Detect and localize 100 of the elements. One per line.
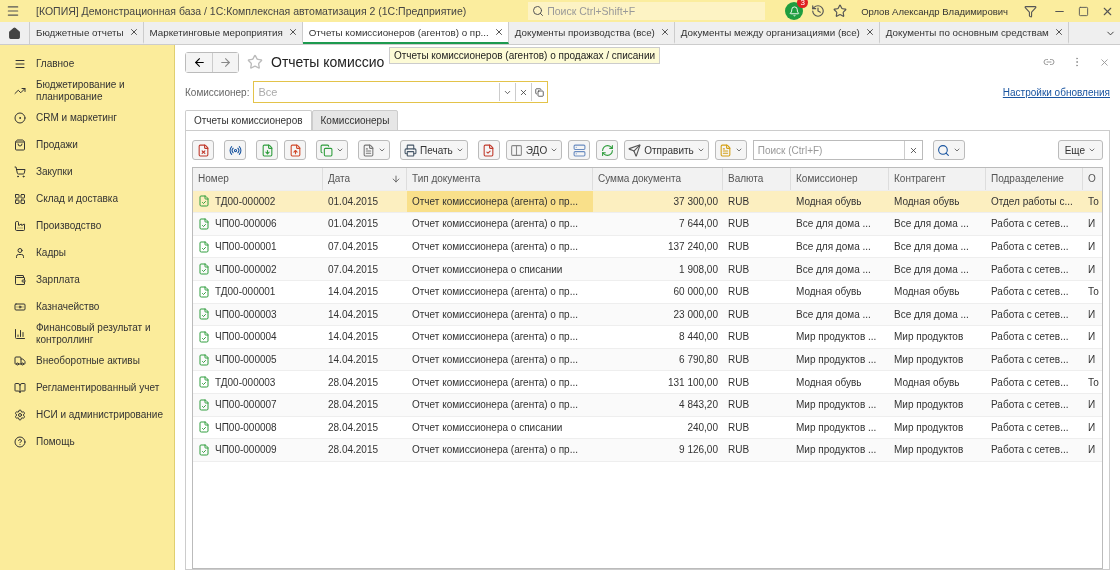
column-header[interactable]: О <box>1083 168 1102 190</box>
close-icon[interactable] <box>659 27 670 37</box>
reports-button[interactable] <box>358 140 390 160</box>
form-tab[interactable]: Отчеты комиссионеров <box>185 110 312 131</box>
refresh-button[interactable] <box>596 140 619 160</box>
sidebar-item[interactable]: CRM и маркетинг <box>0 104 174 131</box>
unpost-button[interactable] <box>284 140 306 160</box>
help-icon <box>14 435 26 448</box>
column-header[interactable]: Дата <box>323 168 407 190</box>
table-cell-text: Все для дома ... <box>893 262 970 277</box>
edo-button[interactable]: ЭДО <box>505 140 563 160</box>
document-check-icon <box>198 376 210 389</box>
sidebar-item[interactable]: Производство <box>0 212 174 239</box>
table-cell-text: И <box>1087 307 1097 322</box>
table-cell-text: Все для дома ... <box>893 217 970 232</box>
table-row[interactable]: ЧП00-000005 14.04.2015 Отчет комиссионера (агента) о пр... 6 790,80 RUB Мир продуктов ... Мир продуктов Работа с сетев... И <box>193 348 1102 372</box>
sidebar-item[interactable]: Внеоборотные активы <box>0 347 174 374</box>
maximize-icon[interactable] <box>1078 5 1089 17</box>
close-icon[interactable] <box>493 27 504 37</box>
table-cell-text: 14.04.2015 <box>327 330 380 345</box>
table-cell-text: RUB <box>727 194 751 209</box>
sidebar-item[interactable]: Помощь <box>0 428 174 455</box>
sidebar-item[interactable]: Продажи <box>0 131 174 158</box>
column-header[interactable]: Тип документа <box>407 168 593 190</box>
update-settings-link[interactable]: Настройки обновления <box>1002 86 1110 98</box>
sidebar-item[interactable]: Кадры <box>0 239 174 266</box>
table-row[interactable]: ЧП00-000009 28.04.2015 Отчет комиссионера (агента) о пр... 9 126,00 RUB Мир продуктов ... Мир продуктов Работа с сетев... И <box>193 439 1102 462</box>
history-icon[interactable] <box>811 4 826 18</box>
document-icon <box>718 143 732 157</box>
column-header[interactable]: Подразделение <box>986 168 1083 190</box>
sidebar-item[interactable]: Главное <box>0 50 174 77</box>
notification-count: 3 <box>797 0 809 8</box>
tab[interactable]: Отчеты комиссионеров (агентов) о пр... <box>302 22 509 44</box>
arrow-left-icon <box>192 55 206 69</box>
print-button[interactable]: Печать <box>400 140 468 160</box>
sidebar-item[interactable]: Закупки <box>0 158 174 185</box>
star-icon[interactable] <box>247 54 263 70</box>
close-icon[interactable] <box>1053 27 1064 37</box>
commissioner-field-box[interactable]: Все <box>253 81 549 103</box>
sidebar-item[interactable]: Склад и доставка <box>0 185 174 212</box>
table-cell-text: 01.04.2015 <box>327 194 380 209</box>
sidebar-item[interactable]: Бюджетирование и планирование <box>0 77 174 104</box>
menu-icon[interactable] <box>6 4 20 18</box>
column-header[interactable]: Валюта <box>723 168 791 190</box>
close-icon[interactable] <box>128 27 139 37</box>
table-row[interactable]: ЧП00-000007 28.04.2015 Отчет комиссионера (агента) о пр... 4 843,20 RUB Мир продуктов ... Мир продуктов Работа с сетев... И <box>193 393 1102 417</box>
table-cell-text: Мир продуктов <box>893 420 965 435</box>
search-button[interactable] <box>932 140 965 160</box>
sidebar-item[interactable]: Зарплата <box>0 266 174 293</box>
delete-button[interactable] <box>192 140 214 160</box>
column-header[interactable]: Комиссионер <box>791 168 889 190</box>
table-cell-text: 28.04.2015 <box>327 420 380 435</box>
table-cell-text: Отчет комиссионера (агента) о пр... <box>411 330 579 345</box>
sidebar-item[interactable]: Регламентированный учет <box>0 374 174 401</box>
sidebar-item[interactable]: НСИ и администрирование <box>0 401 174 428</box>
table-cell-text: Модная обувь <box>795 194 863 209</box>
broadcast-icon <box>228 143 242 157</box>
send-button[interactable]: Отправить <box>624 140 709 160</box>
bell-icon <box>788 5 800 17</box>
table-row[interactable]: ТД00-000002 01.04.2015 Отчет комиссионера (агента) о пр... 37 300,00 RUB Модная обувь Модная обувь Отдел работы с... То <box>193 190 1102 214</box>
table-cell-text: 28.04.2015 <box>327 398 380 413</box>
link-icon[interactable] <box>1043 56 1055 68</box>
send-icon <box>628 143 642 157</box>
table-cell-text: Отчет комиссионера (агента) о пр... <box>411 443 579 458</box>
back-button[interactable] <box>186 52 212 72</box>
table-cell-text: Отчет комиссионера (агента) о пр... <box>411 285 579 300</box>
sidebar-item[interactable]: Финансовый результат и контроллинг <box>0 320 174 347</box>
table-cell-text: Отчет комиссионера о списании <box>411 262 564 277</box>
table-row[interactable]: ЧП00-000006 01.04.2015 Отчет комиссионера (агента) о пр... 7 644,00 RUB Все для дома ... Все для дома ... Работа с сетев... И <box>193 213 1102 236</box>
sort-arrow-icon <box>391 173 401 184</box>
table-cell-text: Мир продуктов <box>893 443 965 458</box>
columns-icon <box>509 143 523 157</box>
table-cell: ЧП00-000004 <box>193 326 323 348</box>
sidebar-item[interactable]: Казначейство <box>0 293 174 320</box>
broadcast-button[interactable] <box>224 140 246 160</box>
table-cell-text: Модная обувь <box>795 285 863 300</box>
column-header[interactable]: Контрагент <box>889 168 986 190</box>
table-cell-text: То <box>1087 194 1100 209</box>
caret-icon <box>734 146 743 154</box>
close-icon[interactable] <box>864 27 875 37</box>
journal-button[interactable] <box>477 140 500 160</box>
list-button[interactable] <box>568 140 591 160</box>
table-cell-text: Мир продуктов <box>893 398 965 413</box>
table-cell: ЧП00-000006 <box>193 213 323 235</box>
create-based-button[interactable] <box>316 140 348 160</box>
close-icon[interactable] <box>287 27 298 37</box>
list-search-box[interactable]: Поиск (Ctrl+F) <box>752 140 923 160</box>
star-icon[interactable] <box>833 4 848 18</box>
filter-icon[interactable] <box>1024 4 1037 18</box>
search-icon <box>532 5 545 17</box>
table-row[interactable]: ЧП00-000002 07.04.2015 Отчет комиссионера о списании 1 908,00 RUB Все для дома ... Все для дома ... Работа с сетев... И <box>193 258 1102 281</box>
table-cell-text: 14.04.2015 <box>327 307 380 322</box>
table-cell: ЧП00-000005 <box>193 348 323 371</box>
column-header[interactable]: Номер <box>193 168 323 190</box>
post-button[interactable] <box>256 140 278 160</box>
table-cell-text: Работа с сетев... <box>990 398 1070 413</box>
column-header[interactable]: Сумма документа <box>593 168 723 190</box>
table-row[interactable]: ЧП00-000003 14.04.2015 Отчет комиссионера (агента) о пр... 23 000,00 RUB Все для дома ... Все для дома ... Работа с сетев... И <box>193 303 1102 327</box>
more-button[interactable]: Еще <box>1057 140 1103 160</box>
caret-icon <box>550 146 559 154</box>
